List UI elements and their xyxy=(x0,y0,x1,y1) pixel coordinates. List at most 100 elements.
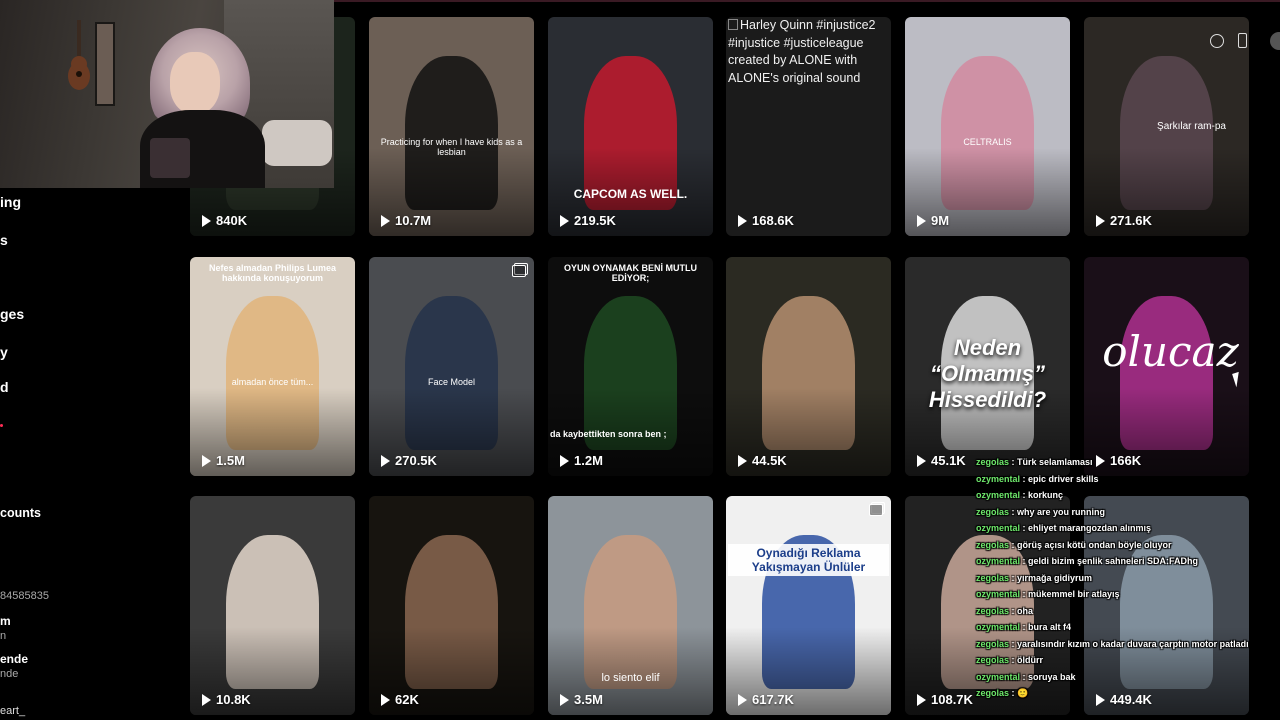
chat-username: zegolas xyxy=(976,688,1010,698)
chat-message: zegolas : görüş açısı kötü ondan böyle o… xyxy=(976,540,1172,556)
chat-username: zegolas xyxy=(976,605,1010,616)
video-caption: Practicing for when I have kids as a les… xyxy=(380,137,523,157)
chat-message: zegolas : öldürr xyxy=(976,655,1043,671)
view-count-value: 219.5K xyxy=(574,213,616,228)
account-handle[interactable]: 84585835 xyxy=(0,590,49,602)
video-top-text: Nefes almadan Philips Lumea hakkında kon… xyxy=(208,263,337,283)
chat-username: ozymental xyxy=(976,556,1021,566)
chat-separator: : xyxy=(1009,539,1018,550)
play-icon xyxy=(917,693,926,706)
view-count: 9M xyxy=(917,213,949,228)
chat-text: öldürr xyxy=(1017,655,1044,665)
play-icon xyxy=(381,214,390,227)
play-icon xyxy=(381,693,390,706)
sidebar-item-friends[interactable]: s xyxy=(0,232,8,248)
video-overlay-text: Oynadığı Reklama Yakışmayan Ünlüler xyxy=(728,544,889,576)
chat-message: ozymental : geldi bizim şenlik sahneleri… xyxy=(976,556,1198,572)
video-card[interactable]: 62K xyxy=(369,496,534,715)
chat-username: zegolas xyxy=(976,655,1010,665)
top-accent-line xyxy=(334,0,1280,2)
chat-message: zegolas : yaralısındır kızım o kadar duv… xyxy=(976,639,1249,655)
video-card[interactable]: Face Model 270.5K xyxy=(369,257,534,476)
video-card[interactable]: OYUN OYNAMAK BENİ MUTLU EDİYOR; da kaybet… xyxy=(548,257,713,476)
video-card[interactable]: Harley Quinn #injustice2 #injustice #jus… xyxy=(726,17,891,236)
view-count: 1.2M xyxy=(560,453,603,468)
video-card[interactable]: 44.5K xyxy=(726,257,891,476)
chat-message: zegolas : why are you running xyxy=(976,507,1105,523)
chat-username: zegolas xyxy=(976,572,1010,583)
view-count: 840K xyxy=(202,213,247,228)
account-handle[interactable]: n xyxy=(0,630,6,642)
account-name[interactable]: ende xyxy=(0,652,28,666)
compass-icon[interactable] xyxy=(1210,34,1224,48)
video-card[interactable]: Nefes almadan Philips Lumea hakkında kon… xyxy=(190,257,355,476)
chat-message: zegolas : Türk selamlaması xyxy=(976,457,1093,473)
broken-image-icon xyxy=(728,19,738,30)
chat-text: oha xyxy=(1017,605,1034,616)
chat-separator: : xyxy=(1020,622,1029,632)
video-card[interactable]: Neden “Olmamış” Hissedildi? 45.1K xyxy=(905,257,1070,476)
chat-separator: : xyxy=(1009,572,1018,583)
avatar[interactable] xyxy=(1270,32,1280,50)
alt-text: Harley Quinn #injustice2 #injustice #jus… xyxy=(728,18,876,85)
view-count: 44.5K xyxy=(738,453,787,468)
video-card[interactable]: Practicing for when I have kids as a les… xyxy=(369,17,534,236)
video-caption: lo siento elif xyxy=(601,672,660,684)
video-card[interactable]: CELTRALIS 9M xyxy=(905,17,1070,236)
multi-image-icon xyxy=(869,502,885,516)
chat-separator: : xyxy=(1020,473,1029,484)
play-icon xyxy=(917,214,926,227)
view-count: 270.5K xyxy=(381,453,437,468)
chat-message: ozymental : korkunç xyxy=(976,490,1063,506)
shirt-print xyxy=(150,138,190,178)
notification-dot xyxy=(0,424,3,427)
chat-username: ozymental xyxy=(976,473,1021,484)
play-icon xyxy=(560,454,569,467)
chat-separator: : xyxy=(1009,457,1018,467)
chat-username: ozymental xyxy=(976,490,1021,500)
view-count-value: 3.5M xyxy=(574,692,603,707)
play-icon xyxy=(738,214,747,227)
view-count-value: 108.7K xyxy=(931,692,973,707)
account-name[interactable]: m xyxy=(0,614,11,628)
view-count-value: 1.2M xyxy=(574,453,603,468)
account-handle[interactable]: eart_ xyxy=(0,705,25,717)
play-icon xyxy=(381,454,390,467)
video-top-text: OYUN OYNAMAK BENİ MUTLU EDİYOR; xyxy=(564,263,697,283)
chat-separator: : xyxy=(1020,589,1029,599)
chat-separator: : xyxy=(1020,490,1029,500)
chat-username: ozymental xyxy=(976,523,1021,533)
chat-text: görüş açısı kötü ondan böyle oluyor xyxy=(1017,539,1172,550)
video-caption: da kaybettikten sonra ben ; xyxy=(550,429,667,439)
phone-icon[interactable] xyxy=(1238,33,1247,48)
view-count-value: 617.7K xyxy=(752,692,794,707)
view-count-value: 168.6K xyxy=(752,213,794,228)
chat-separator: : xyxy=(1020,523,1029,533)
view-count: 168.6K xyxy=(738,213,794,228)
chat-separator: : xyxy=(1009,506,1018,517)
sidebar-item-upload[interactable]: d xyxy=(0,379,9,395)
chat-text: bura alt f4 xyxy=(1028,622,1072,632)
account-handle[interactable]: nde xyxy=(0,668,18,680)
play-icon xyxy=(202,214,211,227)
video-card[interactable]: lo siento elif 3.5M xyxy=(548,496,713,715)
video-card[interactable]: Oynadığı Reklama Yakışmayan Ünlüler 617.7… xyxy=(726,496,891,715)
chat-text: ehliyet marangozdan alınmış xyxy=(1028,523,1152,533)
chat-message: zegolas : 🙂 xyxy=(976,688,1028,704)
view-count: 10.8K xyxy=(202,692,251,707)
view-count-value: 1.5M xyxy=(216,453,245,468)
video-overlay-text: Neden “Olmamış” Hissedildi? xyxy=(928,335,1047,412)
play-icon xyxy=(202,693,211,706)
chat-text: soruya bak xyxy=(1028,671,1076,682)
play-icon xyxy=(560,214,569,227)
chat-message: ozymental : bura alt f4 xyxy=(976,622,1071,638)
view-count: 108.7K xyxy=(917,692,973,707)
sidebar-item-activity[interactable]: y xyxy=(0,344,8,360)
sidebar-item-messages[interactable]: ges xyxy=(0,306,24,322)
sidebar-item-following[interactable]: ing xyxy=(0,194,21,210)
video-card[interactable]: CAPCOM AS WELL. 219.5K xyxy=(548,17,713,236)
chat-text: yaralısındır kızım o kadar duvara çarptı… xyxy=(1017,638,1249,649)
video-card[interactable]: 10.8K xyxy=(190,496,355,715)
video-card[interactable]: olucaz 166K xyxy=(1084,257,1249,476)
view-count: 219.5K xyxy=(560,213,616,228)
